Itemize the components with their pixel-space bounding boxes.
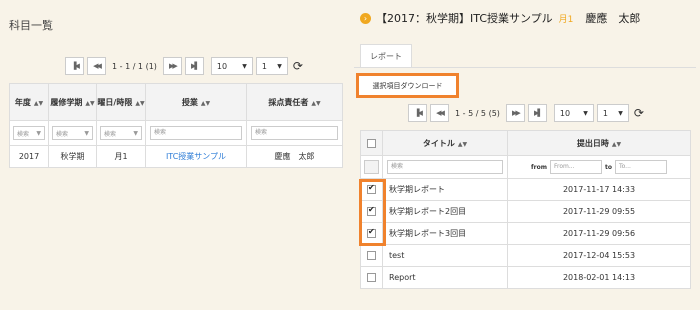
course-link[interactable]: ITC授業サンプル [166,152,226,161]
last-page-button[interactable]: ▶▌ [184,57,204,75]
tab-report[interactable]: レポート [360,44,412,68]
page-title: 科目一覧 [9,19,53,32]
selection-highlight [359,179,386,246]
sort-icon: ▲▼ [135,99,145,107]
per-page-select[interactable]: 10 ▼ [210,57,253,75]
col-course[interactable]: 授業 ▲▼ [145,83,247,121]
date-from-input[interactable]: From... [549,160,602,174]
pager-info: 1 - 5 / 5 (5) [455,108,500,118]
select-all-checkbox[interactable] [367,138,376,148]
day-filter[interactable]: 検索 ▼ [100,126,142,140]
col-year[interactable]: 年度 ▲▼ [9,83,49,121]
table-row[interactable]: test 2017-12-04 15:53 [360,244,691,267]
next-page-button[interactable]: ▶▶ [162,57,182,75]
last-page-button[interactable]: ▶▌ [527,104,547,122]
table-row[interactable]: 2017 秋学期 月1 ITC授業サンプル 慶應 太郎 [9,145,343,168]
page-select[interactable]: 1 ▼ [596,104,629,122]
report-table: タイトル▲▼ 提出日時▲▼ 検索 from From... to To... 秋… [360,130,691,289]
date-to-input[interactable]: To... [614,160,667,174]
row-checkbox[interactable] [367,251,376,260]
term-filter[interactable]: 検索 ▼ [52,126,93,140]
year-filter[interactable]: 検索 ▼ [13,126,45,140]
pager-info: 1 - 1 / 1 (1) [112,61,157,71]
sort-icon: ▲▼ [457,140,468,148]
first-page-button[interactable]: ▐◀ [65,57,84,75]
row-checkbox[interactable] [367,273,376,282]
table-row[interactable]: 秋学期レポート3回目 2017-11-29 09:56 [360,222,691,245]
report-pane: › 【2017：秋学期】ITC授業サンプル 月1 慶應 太郎 レポート 選択項目… [350,0,700,310]
next-page-button[interactable]: ▶▶ [505,104,525,122]
table-row[interactable]: Report 2018-02-01 14:13 [360,266,691,289]
refresh-icon[interactable]: ⟳ [293,59,303,73]
col-grader[interactable]: 採点責任者 ▲▼ [246,83,343,121]
col-date[interactable]: 提出日時 ▲▼ [507,130,691,156]
sort-icon: ▲▼ [33,99,44,107]
course-list-pane: 科目一覧 ▐◀ ◀◀ 1 - 1 / 1 (1) ▶▶ ▶▌ 10 ▼ 1 ▼ ⟳ … [0,0,350,310]
course-pager: ▐◀ ◀◀ 1 - 1 / 1 (1) ▶▶ ▶▌ 10 ▼ 1 ▼ ⟳ [65,57,303,75]
sort-icon: ▲▼ [85,99,95,107]
page-select[interactable]: 1 ▼ [255,57,288,75]
grader-search-input[interactable]: 検索 [251,126,338,140]
first-page-button[interactable]: ▐◀ [408,104,427,122]
col-term[interactable]: 履修学期 ▲▼ [48,83,97,121]
report-pager: ▐◀ ◀◀ 1 - 5 / 5 (5) ▶▶ ▶▌ 10 ▼ 1 ▼ ⟳ [408,104,644,122]
per-page-select[interactable]: 10 ▼ [553,104,594,122]
course-table: 年度 ▲▼ 履修学期 ▲▼ 曜日/時限 ▲▼ 授業 ▲▼ 採点責任者 ▲▼ 検索 ▼ 検索 ▼… [9,83,343,168]
chevron-right-icon: › [360,12,371,24]
course-header: › 【2017：秋学期】ITC授業サンプル 月1 慶應 太郎 [360,10,640,26]
table-row[interactable]: 秋学期レポート2回目 2017-11-29 09:55 [360,200,691,223]
col-title[interactable]: タイトル ▲▼ [382,130,508,156]
prev-page-button[interactable]: ◀◀ [430,104,449,122]
sort-icon: ▲▼ [311,99,321,107]
title-search-input[interactable]: 検索 [387,160,503,174]
sort-icon: ▲▼ [200,99,211,107]
sort-icon: ▲▼ [611,140,622,148]
download-selected-button[interactable]: 選択項目ダウンロード [356,73,459,98]
col-day[interactable]: 曜日/時限 ▲▼ [96,83,146,121]
course-search-input[interactable]: 検索 [150,126,242,140]
refresh-icon[interactable]: ⟳ [634,106,644,120]
prev-page-button[interactable]: ◀◀ [87,57,106,75]
table-row[interactable]: 秋学期レポート 2017-11-17 14:33 [360,178,691,201]
